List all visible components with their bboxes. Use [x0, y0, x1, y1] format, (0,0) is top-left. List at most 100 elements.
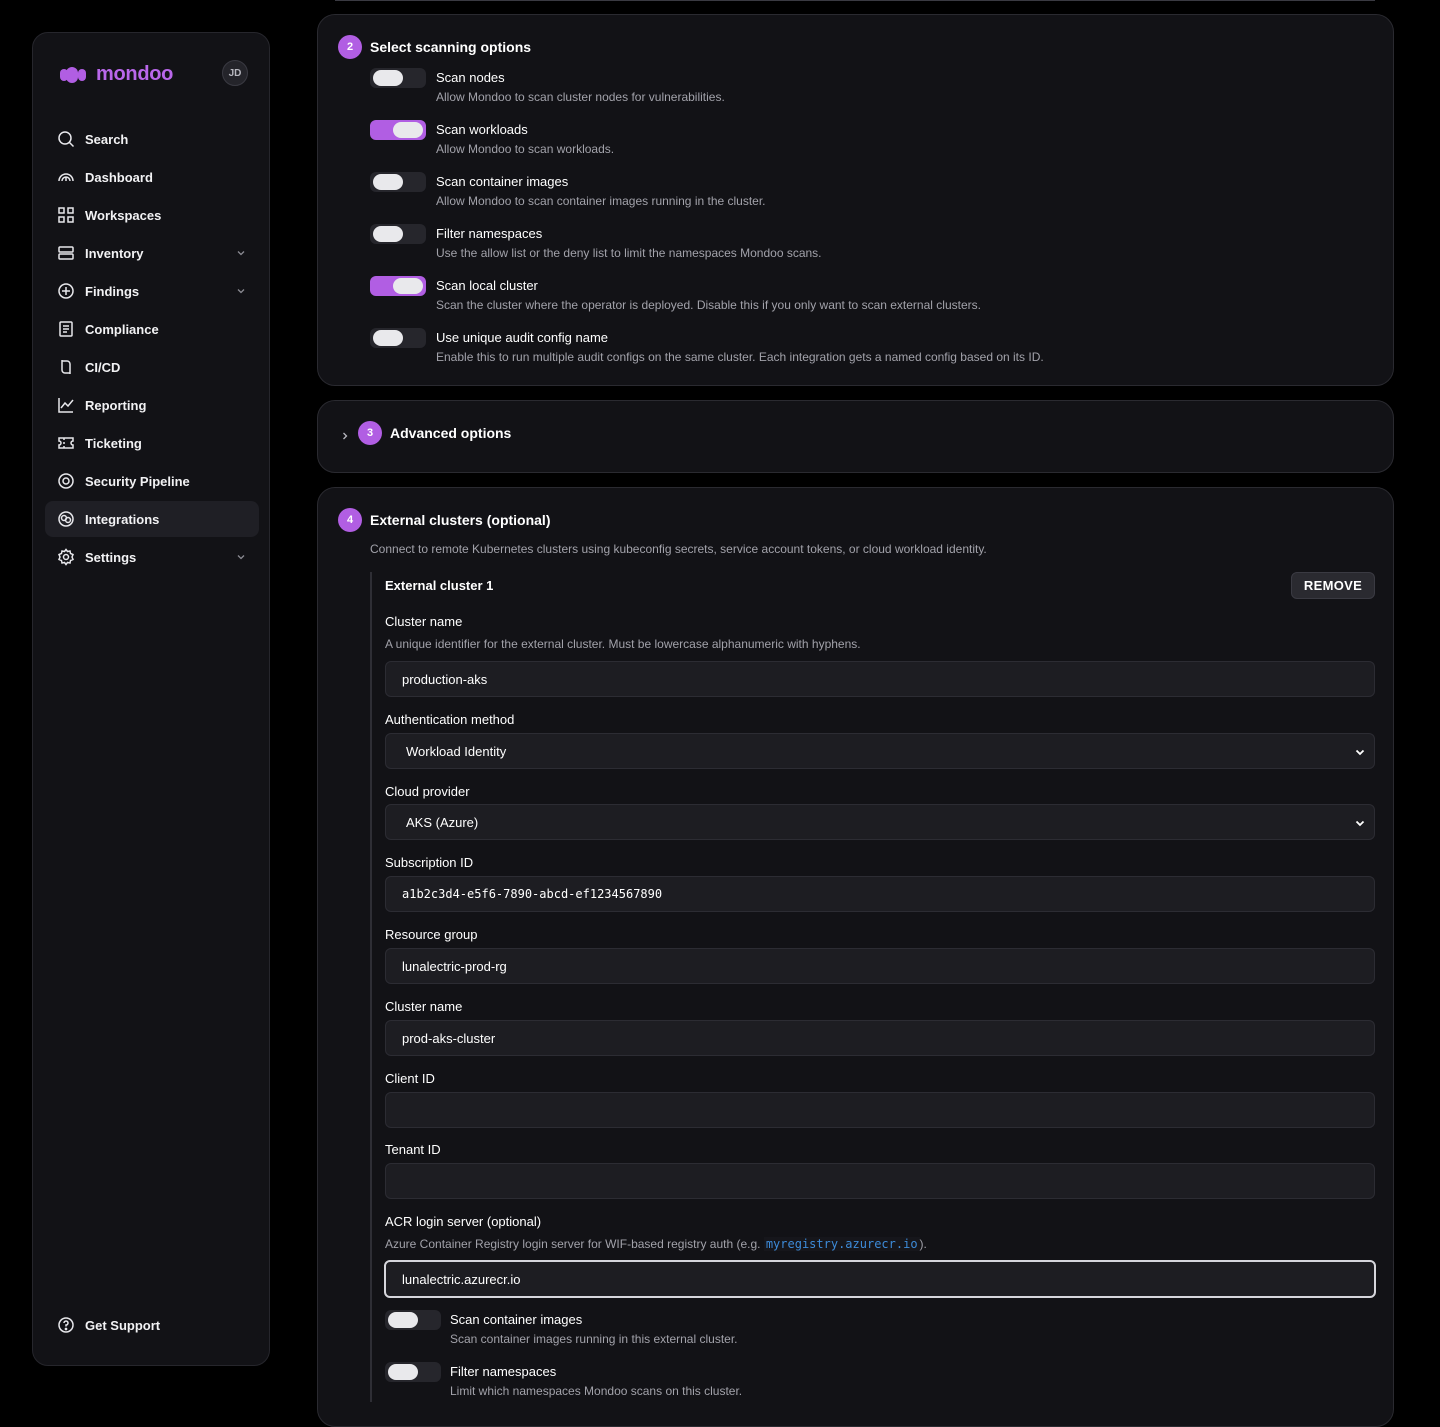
search-icon [57, 130, 75, 148]
field-label: Resource group [385, 927, 478, 942]
sidebar-item-label: Search [85, 131, 129, 147]
sidebar-item-label: CI/CD [85, 359, 121, 375]
sidebar-footer: Get Support [45, 1307, 259, 1345]
option-label: Scan container images [436, 174, 569, 189]
external-cluster-title: External cluster 1 [385, 578, 494, 593]
sidebar-item-label: Inventory [85, 245, 144, 261]
sidebar-item-workspaces[interactable]: Workspaces [45, 197, 259, 233]
client-id-input[interactable] [385, 1092, 1375, 1128]
resource-group-input[interactable]: lunalectric-prod-rg [385, 948, 1375, 984]
help-text: ). [919, 1237, 927, 1251]
checklist-icon [57, 320, 75, 338]
option-label: Use unique audit config name [436, 330, 609, 345]
sidebar-item-search[interactable]: Search [45, 121, 259, 157]
field-label: Subscription ID [385, 855, 474, 870]
server-icon [57, 244, 75, 262]
get-support-label: Get Support [85, 1317, 161, 1333]
sidebar-item-label: Settings [85, 549, 137, 565]
gear-icon [57, 548, 75, 566]
input-value: production-aks [402, 671, 488, 687]
acr-login-server-input[interactable]: lunalectric.azurecr.io [384, 1260, 1376, 1298]
cloud-provider-select[interactable]: AKS (Azure) [385, 804, 1375, 840]
option-label: Filter namespaces [436, 226, 543, 241]
grid-icon [57, 206, 75, 224]
unique-audit-config-toggle[interactable] [370, 328, 426, 348]
sidebar-item-findings[interactable]: Findings [45, 273, 259, 309]
pipeline-icon [57, 358, 75, 376]
step-badge: 3 [358, 421, 382, 445]
sidebar-item-cicd[interactable]: CI/CD [45, 349, 259, 385]
sidebar-item-label: Findings [85, 283, 140, 299]
sidebar-item-inventory[interactable]: Inventory [45, 235, 259, 271]
auth-method-select[interactable]: Workload Identity [385, 733, 1375, 769]
plus-circle-icon [57, 282, 75, 300]
sidebar-item-ticketing[interactable]: Ticketing [45, 425, 259, 461]
chevron-down-icon[interactable] [235, 247, 247, 259]
sidebar-item-label: Integrations [85, 511, 160, 527]
scan-local-cluster-toggle[interactable] [370, 276, 426, 296]
chevron-down-icon[interactable] [235, 285, 247, 297]
ext-scan-container-images-toggle[interactable] [385, 1310, 441, 1330]
chevron-down-icon [1355, 749, 1365, 756]
option-label: Filter namespaces [450, 1364, 557, 1379]
option-label: Scan local cluster [436, 278, 538, 293]
card-title: Select scanning options [370, 39, 532, 55]
aks-cluster-name-input[interactable]: prod-aks-cluster [385, 1020, 1375, 1056]
step-badge: 4 [338, 508, 362, 532]
field-label: Authentication method [385, 712, 515, 727]
sidebar-item-label: Dashboard [85, 169, 153, 185]
card-title: External clusters (optional) [370, 512, 551, 528]
remove-cluster-button[interactable]: REMOVE [1291, 572, 1375, 599]
select-value: AKS (Azure) [406, 814, 479, 830]
option-label: Scan nodes [436, 70, 505, 85]
sidebar-item-label: Workspaces [85, 207, 162, 223]
sidebar-item-label: Security Pipeline [85, 473, 190, 489]
option-description: Limit which namespaces Mondoo scans on t… [450, 1384, 743, 1398]
sidebar-item-security-pipeline[interactable]: Security Pipeline [45, 463, 259, 499]
sidebar-item-reporting[interactable]: Reporting [45, 387, 259, 423]
integrations-icon [57, 510, 75, 528]
option-description: Allow Mondoo to scan cluster nodes for v… [436, 90, 725, 104]
chevron-down-icon[interactable] [235, 551, 247, 563]
option-description: Scan container images running in this ex… [450, 1332, 738, 1346]
tenant-id-input[interactable] [385, 1163, 1375, 1199]
target-icon [57, 472, 75, 490]
help-code: myregistry.azurecr.io [763, 1237, 920, 1251]
scan-workloads-toggle[interactable] [370, 120, 426, 140]
sidebar-item-integrations[interactable]: Integrations [45, 501, 259, 537]
subscription-id-input[interactable]: a1b2c3d4-e5f6-7890-abcd-ef1234567890 [385, 876, 1375, 912]
option-description: Scan the cluster where the operator is d… [436, 298, 981, 312]
sidebar-item-settings[interactable]: Settings [45, 539, 259, 575]
filter-namespaces-toggle[interactable] [370, 224, 426, 244]
input-value: lunalectric.azurecr.io [402, 1271, 521, 1287]
mondoo-logo-mark-icon [60, 65, 90, 85]
option-label: Scan workloads [436, 122, 528, 137]
chart-line-icon [57, 396, 75, 414]
field-label: Client ID [385, 1071, 435, 1086]
sidebar-item-compliance[interactable]: Compliance [45, 311, 259, 347]
ext-filter-namespaces-toggle[interactable] [385, 1362, 441, 1382]
sidebar-nav: Search Dashboard Workspaces Inventory Fi… [45, 121, 259, 577]
gauge-icon [57, 168, 75, 186]
sidebar-item-dashboard[interactable]: Dashboard [45, 159, 259, 195]
option-description: Use the allow list or the deny list to l… [436, 246, 822, 260]
chevron-down-icon [1355, 820, 1365, 827]
brand-name: mondoo [96, 63, 174, 85]
option-description: Allow Mondoo to scan workloads. [436, 142, 615, 156]
avatar[interactable]: JD [222, 60, 248, 86]
chevron-right-icon[interactable] [339, 430, 351, 442]
cluster-group-border [370, 572, 372, 1402]
sidebar-item-label: Compliance [85, 321, 159, 337]
field-help: A unique identifier for the external clu… [385, 637, 861, 651]
select-value: Workload Identity [406, 743, 507, 759]
scanning-options-card: 2 Select scanning options Scan nodes All… [317, 14, 1394, 386]
card-title: Advanced options [390, 425, 512, 441]
mondoo-logo[interactable]: mondoo [60, 63, 173, 86]
scan-container-images-toggle[interactable] [370, 172, 426, 192]
input-value: a1b2c3d4-e5f6-7890-abcd-ef1234567890 [402, 887, 663, 901]
scan-nodes-toggle[interactable] [370, 68, 426, 88]
cluster-name-input[interactable]: production-aks [385, 661, 1375, 697]
get-support-link[interactable]: Get Support [45, 1307, 259, 1343]
advanced-options-card[interactable]: 3 Advanced options [317, 400, 1394, 473]
field-label: ACR login server (optional) [385, 1214, 542, 1229]
